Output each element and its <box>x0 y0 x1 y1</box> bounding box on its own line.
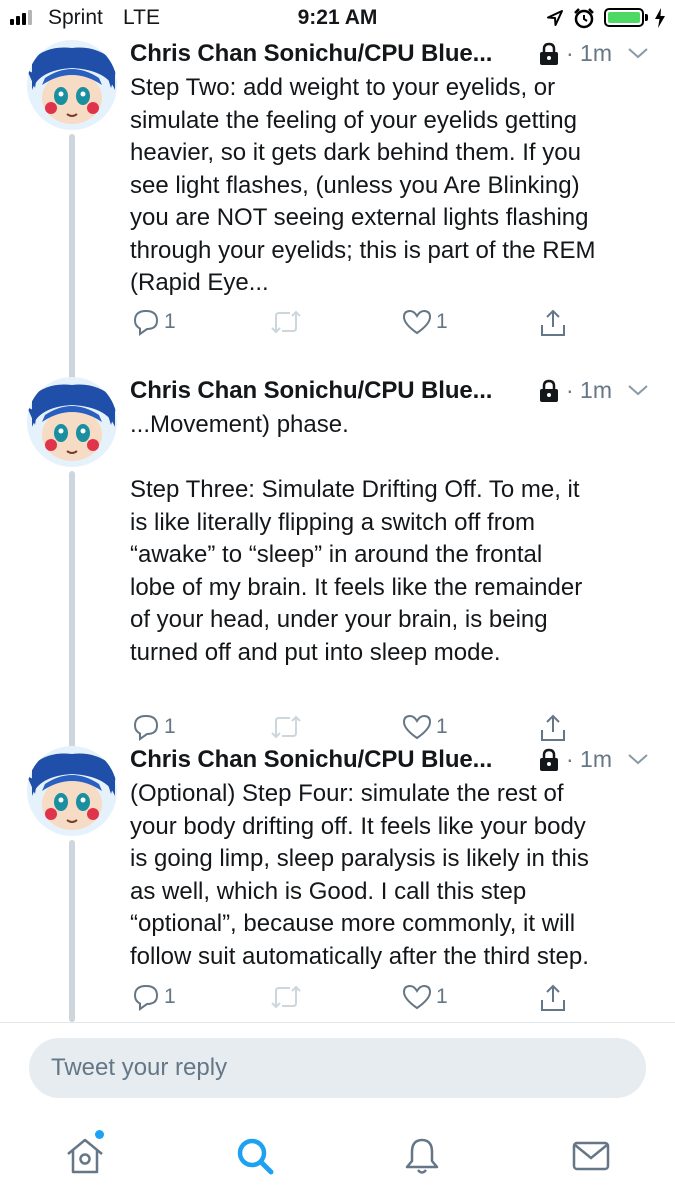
reply-count: 1 <box>164 310 176 333</box>
tweet-text-line: “optional”, because more commonly, it wi… <box>130 910 576 937</box>
battery-nub <box>645 14 648 21</box>
tweet-text-line: (Optional) Step Four: simulate the rest … <box>130 780 564 807</box>
share-icon <box>541 309 565 336</box>
reply-icon <box>133 714 159 741</box>
search-icon <box>237 1138 274 1175</box>
like-button[interactable]: 1 <box>402 983 448 1011</box>
avatar-image <box>27 746 117 836</box>
home-icon <box>67 1138 103 1174</box>
tweet-author[interactable]: Chris Chan Sonichu/CPU Blue... <box>130 377 492 405</box>
thread-line <box>69 471 75 773</box>
retweet-icon <box>271 985 301 1009</box>
share-button[interactable] <box>538 983 568 1013</box>
thread-line <box>69 134 75 406</box>
tweet-text-line: turned off and put into sleep mode. <box>130 638 501 666</box>
avatar-image <box>27 40 117 130</box>
location-icon <box>547 10 563 26</box>
thread-line <box>69 840 75 1022</box>
tweet-text-line: of your head, under your brain, is being <box>130 606 548 633</box>
tab-search[interactable] <box>233 1134 277 1178</box>
tweet-text-line: through your eyelids; this is part of th… <box>130 236 596 264</box>
tweet-author[interactable]: Chris Chan Sonichu/CPU Blue... <box>130 746 492 774</box>
like-button[interactable]: 1 <box>402 308 448 336</box>
tweet-text: ...Movement) phase. Step Three: Simulate… <box>130 409 660 669</box>
retweet-icon <box>271 310 301 334</box>
reply-count: 1 <box>164 985 176 1008</box>
tweet-text-line: see light flashes, (unless you Are Blink… <box>130 171 580 199</box>
tweet-actions: 1 1 <box>130 308 650 342</box>
like-count: 1 <box>436 310 448 333</box>
retweet-button[interactable] <box>270 713 302 741</box>
tweet-text-line: heavier, so it gets dark behind them. If… <box>130 139 581 166</box>
reply-icon <box>133 309 159 336</box>
tweet-author[interactable]: Chris Chan Sonichu/CPU Blue... <box>130 40 492 68</box>
like-button[interactable]: 1 <box>402 713 448 741</box>
share-button[interactable] <box>538 308 568 338</box>
lock-icon <box>540 748 558 771</box>
messages-icon <box>572 1141 610 1171</box>
retweet-icon <box>271 715 301 739</box>
tweet-text-line: lobe of my brain. It feels like the rema… <box>130 573 583 601</box>
tab-messages[interactable] <box>569 1134 613 1178</box>
tweet-text-line <box>130 442 660 475</box>
reply-button[interactable]: 1 <box>132 983 176 1011</box>
status-bar: Sprint LTE 9:21 AM <box>0 0 675 36</box>
avatar[interactable] <box>27 377 117 467</box>
tweet-time: · 1m <box>566 40 612 66</box>
chevron-down-icon[interactable] <box>627 752 649 766</box>
lock-icon <box>540 42 558 65</box>
tweet-text-line: simulate the feeling of your eyelids get… <box>130 106 577 134</box>
retweet-button[interactable] <box>270 308 302 336</box>
tweet-text-line: Step Three: Simulate Drifting Off. To me… <box>130 476 580 503</box>
avatar[interactable] <box>27 40 117 130</box>
tweet-actions: 1 1 <box>130 983 650 1017</box>
like-count: 1 <box>436 715 448 738</box>
tweet-text-line: (Rapid Eye... <box>130 269 269 296</box>
tweet-text-line: you are NOT seeing external lights flash… <box>130 204 589 231</box>
battery-icon <box>604 8 644 27</box>
tab-bar <box>0 1120 675 1200</box>
tweet-text-line: follow suit automatically after the thir… <box>130 942 589 970</box>
alarm-icon <box>574 8 594 29</box>
heart-icon <box>402 309 432 335</box>
chevron-down-icon[interactable] <box>627 383 649 397</box>
tweet-actions: 1 1 <box>130 713 650 747</box>
lock-icon <box>540 379 558 402</box>
tweet-time: · 1m <box>566 377 612 403</box>
share-button[interactable] <box>538 713 568 743</box>
tweet-text-line: your body drifting off. It feels like yo… <box>130 812 586 840</box>
notifications-icon <box>405 1138 439 1174</box>
tweet-text-line: Step Two: add weight to your eyelids, or <box>130 74 556 101</box>
tweet-time: · 1m <box>566 746 612 772</box>
charging-icon <box>655 8 665 28</box>
tweet-text-line: is like literally flipping a switch off … <box>130 508 536 536</box>
heart-icon <box>402 984 432 1010</box>
share-icon <box>541 714 565 741</box>
tweet-text-line: ...Movement) phase. <box>130 411 349 438</box>
avatar-image <box>27 377 117 467</box>
retweet-button[interactable] <box>270 983 302 1011</box>
share-icon <box>541 984 565 1011</box>
reply-placeholder: Tweet your reply <box>51 1054 228 1081</box>
reply-button[interactable]: 1 <box>132 713 176 741</box>
reply-count: 1 <box>164 715 176 738</box>
tab-home[interactable] <box>63 1134 107 1178</box>
tweet-text: (Optional) Step Four: simulate the rest … <box>130 778 660 973</box>
heart-icon <box>402 714 432 740</box>
tweet-text-line: as well, which is Good. I call this step <box>130 877 527 905</box>
reply-icon <box>133 984 159 1011</box>
like-count: 1 <box>436 985 448 1008</box>
tweet-text-line: is going limp, sleep paralysis is likely… <box>130 845 589 872</box>
avatar[interactable] <box>27 746 117 836</box>
tweet-text-line: “awake” to “sleep” in around the frontal <box>130 541 543 568</box>
tab-notifications[interactable] <box>400 1134 444 1178</box>
reply-input[interactable]: Tweet your reply <box>29 1038 646 1098</box>
reply-button[interactable]: 1 <box>132 308 176 336</box>
new-content-dot <box>95 1130 104 1139</box>
tweet-text: Step Two: add weight to your eyelids, or… <box>130 72 660 300</box>
divider <box>0 1022 675 1023</box>
chevron-down-icon[interactable] <box>627 46 649 60</box>
